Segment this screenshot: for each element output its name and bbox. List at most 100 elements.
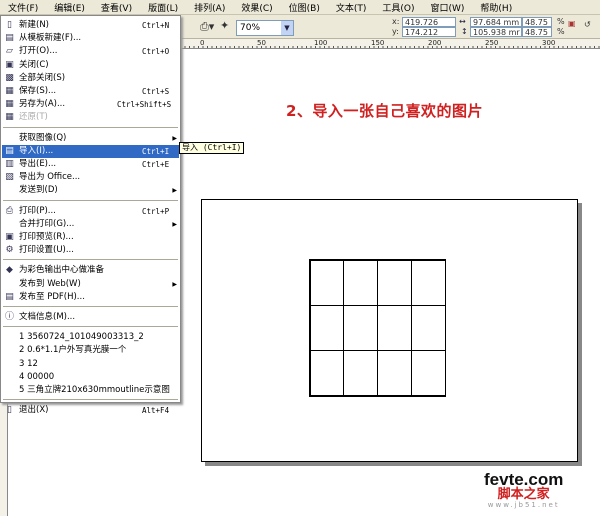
menu-6[interactable]: 位图(B): [281, 1, 328, 14]
menu-item[interactable]: ▯ 退出(X) Alt+F4: [2, 404, 179, 417]
menu-item-label: 发布至 PDF(H)...: [19, 291, 85, 302]
menu-separator: [3, 199, 178, 202]
menu-item-label: 3 12: [19, 358, 38, 369]
print-icon[interactable]: ⎙▾: [200, 20, 214, 34]
ruler-label: 150: [371, 39, 385, 47]
menu-item-label: 发布到 Web(W): [19, 278, 81, 289]
x-position-field[interactable]: 419.726 mm: [402, 17, 456, 36]
menu-item-label: 打开(O)...: [19, 46, 58, 57]
watermark-url: www.jb51.net: [487, 501, 560, 509]
prepress-icon: ◆: [6, 265, 13, 276]
zoom-tool-icon[interactable]: ✦: [220, 19, 229, 32]
menu-item-label: 保存(S)...: [19, 86, 57, 96]
menu-item-label: 发送到(D): [19, 185, 58, 196]
rotate-icon[interactable]: ↺: [584, 20, 591, 29]
grid-cell: [410, 259, 446, 306]
print-setup-icon: ⚙: [5, 245, 14, 256]
menu-item[interactable]: ▦ 保存(S)... Ctrl+S: [2, 85, 179, 98]
menu-item[interactable]: ▯ 新建(N) Ctrl+N: [2, 19, 179, 32]
menu-item[interactable]: 发送到(D) ▶: [2, 184, 179, 197]
menu-item-label: 5 三角立牌210x630mmoutline示意图: [19, 385, 170, 395]
menu-item-label: 打印(P)...: [19, 205, 56, 216]
info-icon: ⓘ: [4, 312, 14, 322]
menu-8[interactable]: 工具(O): [374, 1, 422, 14]
menu-item-label: 新建(N): [19, 20, 49, 30]
menu-item[interactable]: 2 0.6*1.1户外写真光膜一个: [2, 344, 179, 357]
close-all-icon: ▩: [5, 72, 14, 83]
menu-2[interactable]: 查看(V): [93, 1, 140, 14]
chevron-down-icon[interactable]: ▼: [281, 21, 293, 35]
grid-cell: [343, 304, 378, 352]
menu-item[interactable]: ▩ 全部关闭(S): [2, 72, 179, 85]
menu-item[interactable]: 5 三角立牌210x630mmoutline示意图: [2, 384, 179, 397]
menu-item[interactable]: 合并打印(G)... ▶: [2, 218, 179, 231]
menu-item[interactable]: ⎙ 打印(P)... Ctrl+P: [2, 205, 179, 218]
menu-item-label: 2 0.6*1.1户外写真光膜一个: [19, 345, 127, 356]
menu-item[interactable]: ▣ 关闭(C): [2, 59, 179, 72]
scale-height-field[interactable]: 48.75: [522, 27, 552, 37]
grid-cell: [377, 304, 412, 352]
menu-item[interactable]: ▦ 还原(T): [2, 111, 179, 124]
menu-bar: 文件(F) 编辑(E) 查看(V) 版面(L) 排列(A) 效果(C) 位图(B) 文本(T)…: [0, 0, 600, 15]
menu-item-label: 1 3560724_101049003313_2: [19, 332, 144, 343]
menu-item[interactable]: ⚙ 打印设置(U)...: [2, 244, 179, 257]
menu-1[interactable]: 编辑(E): [46, 1, 93, 14]
ruler-label: 50: [257, 39, 266, 47]
menu-item[interactable]: 1 3560724_101049003313_2: [2, 331, 179, 344]
watermark-logo: fevte.com 脚本之家 www.jb51.net: [484, 471, 563, 509]
grid-cell: [309, 304, 345, 352]
exit-icon: ▯: [7, 405, 12, 416]
menu-item[interactable]: ▤ 从模板新建(F)...: [2, 32, 179, 45]
submenu-arrow-icon: ▶: [172, 134, 177, 142]
menu-item-label: 导出为 Office...: [19, 172, 81, 183]
menu-item[interactable]: ▦ 另存为(A)... Ctrl+Shift+S: [2, 98, 179, 111]
menu-item[interactable]: 3 12: [2, 358, 179, 371]
menu-item[interactable]: 4 00000: [2, 371, 179, 384]
scale-width-field[interactable]: 48.75: [522, 17, 552, 27]
zoom-value: 70%: [240, 23, 261, 33]
menu-item[interactable]: ▧ 导出为 Office...: [2, 171, 179, 184]
menu-item[interactable]: ▱ 打开(O)... Ctrl+O: [2, 45, 179, 58]
zoom-select[interactable]: 70% ▼: [236, 20, 294, 36]
height-field[interactable]: 105.938 mr: [470, 27, 522, 37]
menu-item[interactable]: ⓘ 文档信息(M)...: [2, 311, 179, 324]
percent-label: %: [557, 17, 565, 26]
menu-5[interactable]: 效果(C): [233, 1, 280, 14]
lock-ratio-icon[interactable]: ▣: [568, 19, 576, 28]
menu-9[interactable]: 窗口(W): [423, 1, 473, 14]
menu-0[interactable]: 文件(F): [0, 1, 46, 14]
template-icon: ▤: [5, 33, 14, 44]
menu-item-label: 导入(I)...: [19, 145, 54, 156]
menu-4[interactable]: 排列(A): [186, 1, 233, 14]
menu-item-label: 打印设置(U)...: [19, 245, 74, 256]
menu-7[interactable]: 文本(T): [328, 1, 375, 14]
menu-item-label: 合并打印(G)...: [19, 218, 75, 229]
menu-item[interactable]: 获取图像(Q) ▶: [2, 132, 179, 145]
menu-item[interactable]: ▤ 发布至 PDF(H)...: [2, 291, 179, 304]
instruction-heading: 2、导入一张自己喜欢的图片: [286, 102, 483, 120]
menu-10[interactable]: 帮助(H): [472, 1, 520, 14]
menu-item[interactable]: ▤ 导入(I)... Ctrl+I: [2, 144, 179, 158]
menu-item-label: 打印预览(R)...: [19, 232, 74, 242]
menu-separator: [3, 259, 178, 262]
menu-item-label: 全部关闭(S): [19, 72, 66, 83]
grid-cell: [343, 350, 378, 397]
grid-cell: [309, 259, 345, 306]
width-icon: ↔: [459, 17, 466, 26]
menu-item[interactable]: ◆ 为彩色输出中心做准备: [2, 264, 179, 277]
menu-item-label: 导出(E)...: [19, 159, 57, 169]
width-field[interactable]: 97.684 mm: [470, 17, 522, 27]
menu-item-shortcut: Alt+F4: [142, 406, 170, 416]
grid-cell: [377, 350, 412, 397]
menu-3[interactable]: 版面(L): [140, 1, 186, 14]
menu-item[interactable]: 发布到 Web(W) ▶: [2, 278, 179, 291]
menu-item[interactable]: ▣ 打印预览(R)...: [2, 231, 179, 244]
y-position-field[interactable]: 174.212 mm: [402, 27, 456, 46]
menu-item-label: 关闭(C): [19, 59, 49, 70]
menu-item-shortcut: Ctrl+E: [142, 160, 170, 169]
file-menu: ▯ 新建(N) Ctrl+N ▤ 从模板新建(F)... ▱ 打开(O)... Ctrl+O ▣…: [0, 15, 181, 415]
save-icon: ▦: [5, 86, 14, 96]
menu-separator: [3, 399, 178, 402]
menu-item[interactable]: ▥ 导出(E)... Ctrl+E: [2, 158, 179, 171]
watermark-text: 脚本之家: [497, 487, 550, 502]
